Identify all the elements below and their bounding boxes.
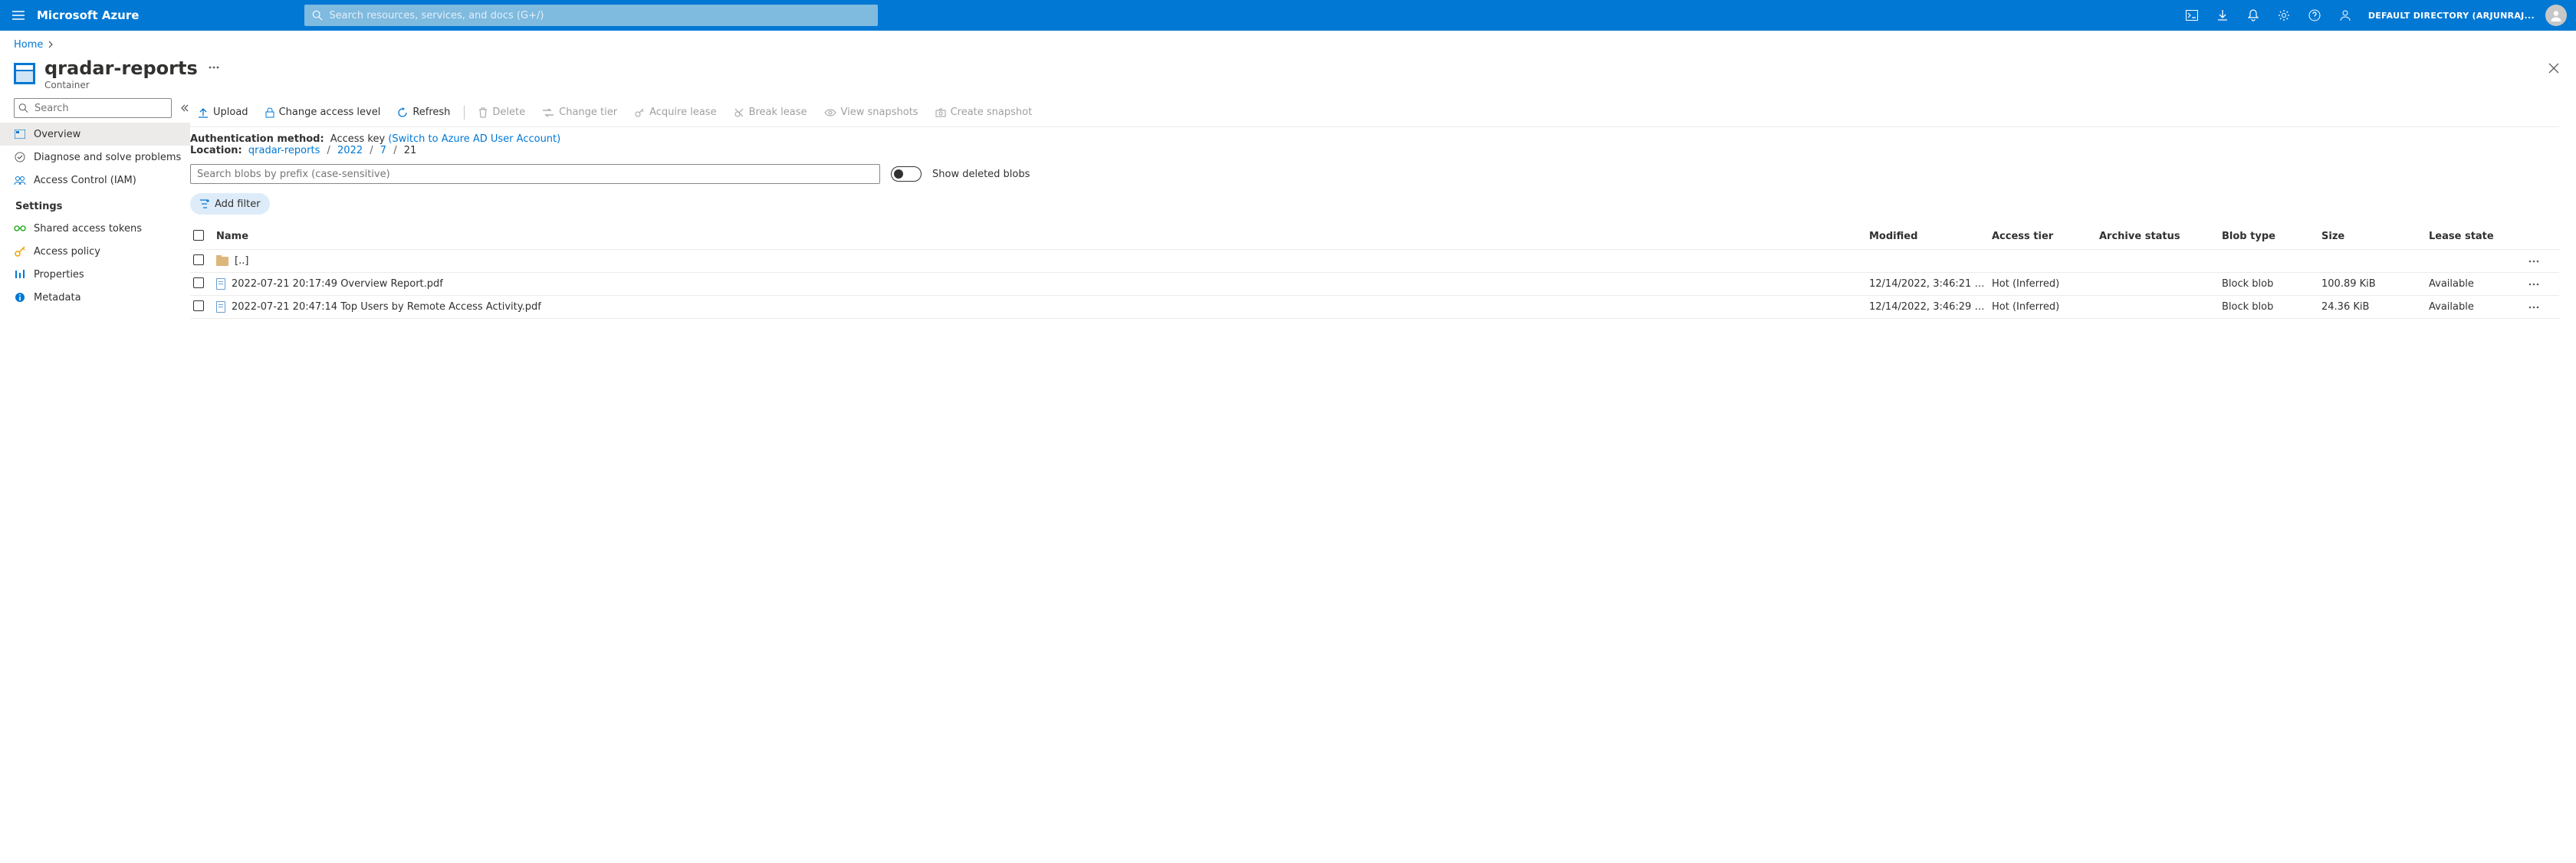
upload-icon	[198, 107, 209, 118]
breadcrumb-home[interactable]: Home	[14, 39, 43, 51]
delete-button: Delete	[471, 100, 533, 125]
sidebar-item-access-policy[interactable]: Access policy	[0, 240, 190, 263]
sidebar-item-label: Access policy	[34, 246, 100, 258]
row-checkbox[interactable]	[193, 300, 204, 311]
acquire-lease-button: Acquire lease	[626, 100, 724, 125]
sidebar-item-overview[interactable]: Overview	[0, 123, 190, 146]
sidebar-settings-heading: Settings	[0, 192, 190, 217]
create-snapshot-icon	[935, 108, 946, 117]
acquire-lease-icon	[634, 107, 645, 118]
notifications-icon[interactable]	[2238, 0, 2269, 31]
search-icon	[18, 103, 28, 113]
key-icon	[14, 246, 26, 257]
more-actions-icon[interactable]	[209, 66, 219, 69]
diagnose-icon	[14, 152, 26, 162]
sidebar-item-label: Shared access tokens	[34, 223, 142, 235]
sidebar-item-diagnose[interactable]: Diagnose and solve problems	[0, 146, 190, 169]
upload-button[interactable]: Upload	[190, 100, 256, 125]
toolbar: Upload Change access level Refresh Delet…	[190, 98, 2559, 127]
break-lease-icon	[734, 107, 744, 118]
location-crumb-current: 21	[404, 145, 417, 156]
sidebar-item-shared-tokens[interactable]: Shared access tokens	[0, 217, 190, 240]
hamburger-menu[interactable]	[0, 0, 37, 31]
row-more-actions[interactable]	[2528, 260, 2559, 263]
sidebar-item-properties[interactable]: Properties	[0, 263, 190, 286]
location-crumb-root[interactable]: qradar-reports	[248, 145, 320, 156]
show-deleted-toggle[interactable]	[891, 166, 922, 182]
select-all-checkbox[interactable]	[193, 230, 204, 241]
location-crumb-2[interactable]: 7	[380, 145, 386, 156]
directory-label[interactable]: DEFAULT DIRECTORY (ARJUNRAJ...	[2361, 11, 2542, 21]
up-directory-row[interactable]: [..]	[190, 250, 2559, 273]
delete-icon	[478, 107, 488, 118]
iam-icon	[14, 176, 26, 185]
blob-prefix-search-input[interactable]	[190, 164, 880, 184]
toolbar-divider	[464, 106, 465, 120]
brand-label[interactable]: Microsoft Azure	[37, 8, 151, 22]
sidebar-item-metadata[interactable]: Metadata	[0, 286, 190, 309]
settings-icon[interactable]	[2269, 0, 2299, 31]
auth-method-label: Authentication method:	[190, 133, 324, 145]
blob-row[interactable]: 2022-07-21 20:47:14 Top Users by Remote …	[190, 296, 2559, 319]
view-snapshots-icon	[824, 109, 836, 116]
add-filter-button[interactable]: Add filter	[190, 193, 270, 215]
collapse-sidebar-button[interactable]	[176, 101, 192, 115]
help-icon[interactable]	[2299, 0, 2330, 31]
refresh-button[interactable]: Refresh	[389, 100, 458, 125]
show-deleted-label: Show deleted blobs	[932, 169, 1030, 180]
sidebar-item-iam[interactable]: Access Control (IAM)	[0, 169, 190, 192]
sidebar-item-label: Diagnose and solve problems	[34, 152, 181, 163]
change-access-level-button[interactable]: Change access level	[258, 100, 389, 125]
properties-icon	[14, 269, 26, 280]
feedback-icon[interactable]	[2330, 0, 2361, 31]
auth-method-value: Access key	[330, 133, 385, 145]
change-tier-button: Change tier	[534, 100, 625, 125]
column-access-tier[interactable]: Access tier	[1992, 231, 2099, 242]
sidebar-item-label: Properties	[34, 269, 84, 281]
cloud-shell-icon[interactable]	[2177, 0, 2207, 31]
page-title: qradar-reports	[44, 58, 198, 78]
row-checkbox[interactable]	[193, 277, 204, 288]
row-more-actions[interactable]	[2528, 306, 2559, 309]
folder-icon	[216, 257, 228, 266]
file-icon	[216, 278, 225, 290]
row-more-actions[interactable]	[2528, 283, 2559, 286]
file-icon	[216, 301, 225, 313]
page-subtitle: Container	[44, 80, 198, 90]
row-checkbox[interactable]	[193, 254, 204, 265]
breadcrumb: Home	[0, 31, 2576, 58]
column-lease-state[interactable]: Lease state	[2429, 231, 2528, 242]
overview-icon	[14, 130, 26, 139]
location-crumb-1[interactable]: 2022	[337, 145, 363, 156]
break-lease-button: Break lease	[726, 100, 815, 125]
sidebar-item-label: Metadata	[34, 292, 81, 304]
add-filter-icon	[199, 199, 210, 209]
close-blade-button[interactable]	[2548, 63, 2559, 74]
blob-row[interactable]: 2022-07-21 20:17:49 Overview Report.pdf …	[190, 273, 2559, 296]
container-icon	[14, 63, 35, 84]
location-label: Location:	[190, 145, 242, 156]
view-snapshots-button: View snapshots	[816, 100, 926, 125]
create-snapshot-button: Create snapshot	[928, 100, 1040, 125]
column-name[interactable]: Name	[216, 231, 1869, 242]
sidebar-item-label: Access Control (IAM)	[34, 175, 136, 186]
chevron-right-icon	[48, 41, 54, 48]
global-search-input[interactable]	[304, 5, 878, 26]
user-avatar[interactable]	[2545, 5, 2567, 26]
sidebar-item-label: Overview	[34, 129, 80, 140]
refresh-icon	[397, 107, 408, 118]
switch-auth-link[interactable]: (Switch to Azure AD User Account)	[388, 133, 560, 145]
directories-icon[interactable]	[2207, 0, 2238, 31]
metadata-icon	[14, 292, 26, 303]
sidebar-search-input[interactable]	[14, 98, 172, 118]
column-modified[interactable]: Modified	[1869, 231, 1992, 242]
column-size[interactable]: Size	[2321, 231, 2429, 242]
token-icon	[14, 225, 26, 231]
lock-icon	[265, 107, 274, 118]
column-archive-status[interactable]: Archive status	[2099, 231, 2222, 242]
change-tier-icon	[542, 108, 554, 117]
column-blob-type[interactable]: Blob type	[2222, 231, 2321, 242]
